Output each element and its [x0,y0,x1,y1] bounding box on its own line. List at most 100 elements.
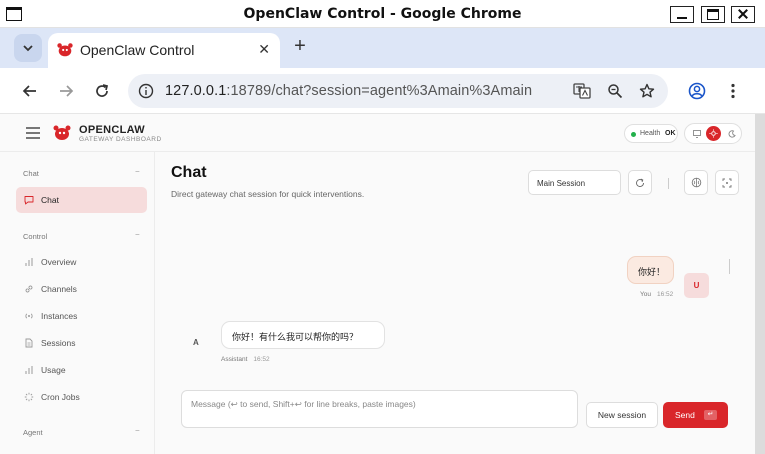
window-titlebar: OpenClaw Control - Google Chrome [0,0,765,28]
brain-icon [691,177,701,188]
link-icon [24,284,34,294]
sidebar-item-usage[interactable]: Usage [16,357,147,383]
sidebar: Chat − Chat Control − Overview Channels [0,152,155,454]
main-content: Chat Direct gateway chat session for qui… [156,152,755,454]
address-bar[interactable]: 127.0.0.1:18789/chat?session=agent%3Amai… [128,74,668,108]
hamburger-menu-icon[interactable] [26,127,40,139]
brand-subtitle: GATEWAY DASHBOARD [79,136,162,143]
url-path: :18789/chat?session=agent%3Amain%3Amain [226,83,533,99]
message-time: 16:52 [253,356,270,363]
monitor-icon[interactable] [689,126,704,141]
sidebar-item-sessions[interactable]: Sessions [16,330,147,356]
health-label: Health [640,130,661,137]
user-message-bubble: 你好！ [627,256,674,284]
close-window-button[interactable] [731,6,755,23]
tab-strip: OpenClaw Control ✕ + [0,28,765,68]
minimize-button[interactable] [670,6,694,23]
profile-icon[interactable] [685,79,709,103]
sidebar-item-instances[interactable]: Instances [16,303,147,329]
site-info-icon[interactable] [136,81,156,101]
sidebar-item-label: Chat [41,195,59,205]
reload-icon [96,84,109,97]
sidebar-item-label: Overview [41,257,77,267]
scroll-indicator [729,259,730,274]
health-status-badge: Health OK [624,124,678,143]
message-author: Assistant [221,356,248,363]
kebab-menu-icon[interactable] [721,79,745,103]
toolbar-divider [668,178,669,189]
sidebar-item-chat[interactable]: Chat [16,187,147,213]
enter-key-icon: ↵ [704,410,717,420]
theme-switcher [684,123,742,144]
arrow-right-icon [60,85,74,97]
sidebar-item-channels[interactable]: Channels [16,276,147,302]
bar-chart-icon [24,365,34,375]
thinking-toggle-button[interactable] [684,170,708,195]
brand-name: OPENCLAW [79,124,145,136]
lobster-logo-icon [53,125,71,140]
back-button[interactable] [18,79,42,103]
app-root: OPENCLAW GATEWAY DASHBOARD Health OK Cha… [0,114,765,454]
radio-icon [24,311,34,321]
collapse-agent-icon[interactable]: − [135,426,140,435]
new-session-button[interactable]: New session [586,402,658,428]
page-title: Chat [171,164,207,181]
tab-title: OpenClaw Control [80,42,195,58]
loader-icon [24,392,34,402]
moon-icon[interactable] [724,126,739,141]
tab-search-button[interactable] [14,34,42,62]
session-select[interactable]: Main Session [528,170,621,195]
session-select-value: Main Session [537,179,586,188]
assistant-message-bubble: 你好！有什么我可以帮你的吗？ [221,321,385,349]
tab-close-icon[interactable]: ✕ [258,41,270,58]
message-author: You [640,291,651,298]
window-title: OpenClaw Control - Google Chrome [243,6,522,22]
translate-icon[interactable] [572,81,592,101]
sun-icon[interactable] [706,126,721,141]
sidebar-item-cron-jobs[interactable]: Cron Jobs [16,384,147,410]
lobster-logo-icon [57,43,73,57]
chat-bubble-icon [24,195,34,205]
message-text: 你好！有什么我可以帮你的吗？ [232,332,359,342]
sidebar-item-label: Instances [41,311,78,321]
collapse-chat-icon[interactable]: − [135,167,140,176]
refresh-button[interactable] [628,170,652,195]
user-avatar: U [684,273,709,298]
chevron-down-icon [23,45,33,52]
status-dot-icon [631,132,636,137]
url-host: 127.0.0.1 [165,83,227,99]
browser-tab[interactable]: OpenClaw Control ✕ [48,33,280,68]
sidebar-group-control: Control [23,232,48,241]
message-input-placeholder: Message (↩ to send, Shift+↩ for line bre… [191,399,416,409]
sidebar-group-chat: Chat [23,169,39,178]
sidebar-group-agent: Agent [23,428,43,437]
refresh-icon [636,178,644,187]
bar-chart-icon [24,257,34,267]
collapse-control-icon[interactable]: − [135,230,140,239]
document-icon [24,338,34,348]
focus-icon [722,178,732,187]
forward-button[interactable] [54,79,78,103]
sidebar-item-label: Channels [41,284,77,294]
assistant-avatar: A [193,338,199,347]
sidebar-item-label: Sessions [41,338,76,348]
maximize-button[interactable] [701,6,725,23]
focus-mode-button[interactable] [715,170,739,195]
reload-button[interactable] [90,79,114,103]
sidebar-item-label: Usage [41,365,66,375]
bookmark-star-icon[interactable] [637,81,657,101]
message-input[interactable]: Message (↩ to send, Shift+↩ for line bre… [181,390,578,428]
user-message-meta: You 16:52 [640,291,673,298]
arrow-left-icon [22,85,36,97]
message-time: 16:52 [656,291,674,298]
send-label: Send [675,410,695,420]
browser-toolbar: 127.0.0.1:18789/chat?session=agent%3Amai… [0,68,765,114]
send-button[interactable]: Send ↵ [663,402,728,428]
sidebar-item-overview[interactable]: Overview [16,249,147,275]
zoom-icon[interactable] [605,81,625,101]
assistant-message-meta: Assistant 16:52 [221,356,270,363]
new-tab-button[interactable]: + [290,36,310,56]
window-edge [755,114,765,454]
url-text: 127.0.0.1:18789/chat?session=agent%3Amai… [165,83,532,99]
page-subtitle: Direct gateway chat session for quick in… [171,189,365,199]
